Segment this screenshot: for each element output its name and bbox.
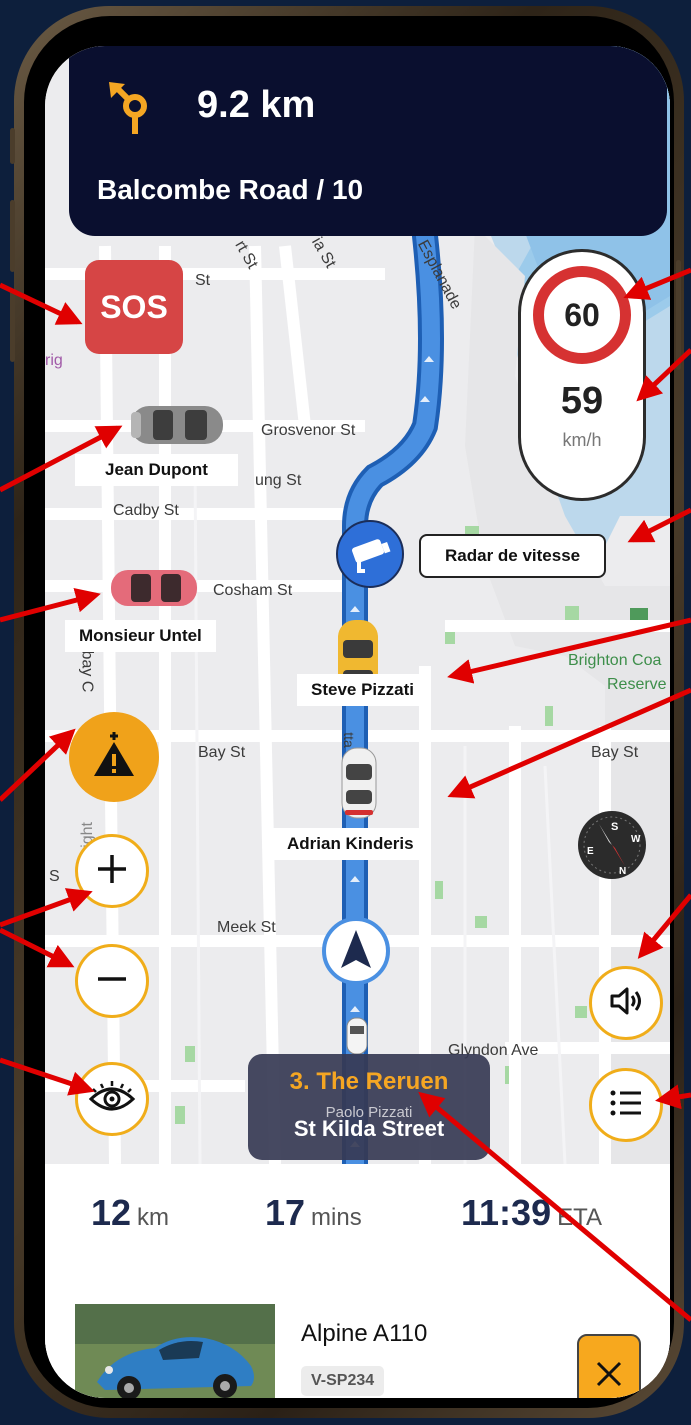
vehicle-name: Alpine A110 — [301, 1320, 428, 1347]
svg-text:W: W — [631, 834, 641, 845]
speed-widget: 60 59 km/h — [518, 249, 646, 501]
compass-icon: S W E N — [577, 811, 647, 884]
street-label: Brighton Coa — [568, 652, 662, 669]
list-icon — [609, 1089, 643, 1122]
eta: 11:39 ETA — [461, 1192, 602, 1234]
sound-button[interactable] — [589, 966, 663, 1040]
side-button-volume-up — [10, 200, 15, 272]
hazard-report-icon — [92, 731, 136, 783]
driver-label-untel: Monsieur Untel — [65, 620, 216, 652]
car-icon[interactable] — [339, 746, 379, 825]
remaining-distance: 12 km — [91, 1192, 169, 1234]
driver-label-steve: Steve Pizzati — [297, 674, 428, 706]
trip-panel: 12 km 17 mins 11:39 ETA Alpine A110 V-SP234 — [45, 1164, 670, 1398]
street-label: rig — [45, 352, 63, 369]
distance-unit: km — [137, 1204, 170, 1231]
zoom-out-icon — [94, 961, 130, 1002]
close-icon — [594, 1359, 624, 1394]
svg-text:S: S — [611, 821, 618, 833]
view-toggle-button[interactable] — [75, 1062, 149, 1136]
svg-text:E: E — [587, 846, 594, 857]
radar-camera-icon[interactable] — [335, 519, 405, 594]
sos-button[interactable]: SOS — [85, 260, 183, 354]
street-label: Reserve — [607, 676, 667, 693]
time-value: 17 — [265, 1192, 306, 1233]
side-button-volume-down — [10, 290, 15, 362]
eye-icon — [87, 1079, 137, 1120]
speed-limit-sign: 60 — [533, 266, 631, 364]
maneuver-banner: 9.2 km Balcombe Road / 10 — [69, 46, 667, 236]
report-hazard-button[interactable] — [69, 712, 159, 802]
street-label: Grosvenor St — [261, 422, 356, 439]
street-label: S — [49, 868, 60, 885]
end-trip-button[interactable] — [577, 1334, 641, 1398]
route-list-button[interactable] — [589, 1068, 663, 1142]
street-label: Bay St — [591, 744, 639, 761]
speed-unit: km/h — [562, 430, 602, 450]
street-label: ung St — [255, 472, 302, 489]
svg-text:N: N — [619, 866, 626, 877]
vehicle-plate: V-SP234 — [301, 1366, 385, 1396]
zoom-out-button[interactable] — [75, 944, 149, 1018]
compass-button[interactable]: S W E N — [577, 810, 647, 880]
eta-unit: ETA — [557, 1204, 602, 1231]
zoom-in-button[interactable] — [75, 834, 149, 908]
zoom-in-icon — [94, 851, 130, 892]
roundabout-turn-icon — [107, 80, 159, 141]
eta-value: 11:39 — [461, 1192, 552, 1233]
street-label: Cosham St — [213, 582, 293, 599]
screen: St rt St ia St Esplanade Grosvenor St un… — [45, 46, 670, 1398]
car-icon[interactable] — [109, 566, 199, 615]
next-stop-card[interactable]: 3. The Reruen Paolo Pizzati St Kilda Str… — [248, 1054, 490, 1160]
street-label: Bay St — [198, 744, 246, 761]
maneuver-distance: 9.2 km — [197, 84, 316, 126]
driver-label-adrian: Adrian Kinderis — [273, 828, 428, 860]
speaker-icon — [608, 985, 644, 1022]
next-stop-street: St Kilda Street — [293, 1116, 445, 1141]
next-stop-title: 3. The Reruen — [289, 1068, 449, 1095]
car-icon[interactable] — [129, 402, 225, 453]
street-label: St — [195, 272, 211, 289]
side-button-power — [676, 260, 681, 370]
vehicle-photo — [75, 1304, 275, 1398]
current-speed: 59 — [560, 380, 604, 422]
maneuver-road: Balcombe Road / 10 — [97, 174, 364, 205]
radar-label: Radar de vitesse — [419, 534, 607, 578]
time-unit: mins — [311, 1204, 362, 1231]
driver-label-jean: Jean Dupont — [75, 454, 238, 486]
street-label: Cadby St — [113, 502, 179, 519]
distance-value: 12 — [91, 1192, 132, 1233]
street-label: Meek St — [217, 919, 276, 936]
side-button-action — [10, 128, 15, 164]
remaining-time: 17 mins — [265, 1192, 362, 1234]
navigation-arrow-icon — [321, 916, 391, 991]
